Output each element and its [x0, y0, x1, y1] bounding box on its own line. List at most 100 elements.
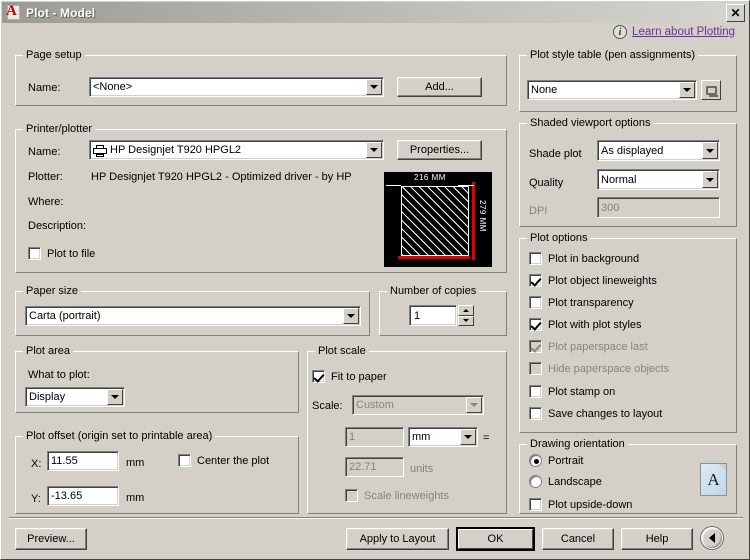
offset-y-unit: mm [126, 492, 145, 504]
paper-edge-bottom-marker [398, 256, 470, 259]
plot-option-plot-object-lineweights[interactable]: Plot object lineweights [529, 274, 657, 287]
scale-lineweights-label: Scale lineweights [364, 489, 449, 502]
paper-width-dimension: 216 MM [414, 173, 446, 182]
page-setup-name-value: <None> [89, 77, 384, 97]
plot-style-table-combo[interactable]: None [527, 80, 697, 100]
offset-y-input[interactable]: -13.65 [47, 486, 119, 506]
chevron-down-icon[interactable] [460, 429, 476, 445]
plotter-label: Plotter: [28, 171, 63, 183]
checkbox-box [529, 385, 542, 398]
plot-to-file-label: Plot to file [47, 247, 96, 260]
paper-size-value: Carta (portrait) [25, 306, 361, 326]
stepper-up-icon[interactable] [458, 305, 474, 316]
copies-value[interactable]: 1 [409, 305, 457, 326]
plot-option-save-changes-to-layout[interactable]: Save changes to layout [529, 407, 662, 420]
checkbox-box [529, 274, 542, 287]
landscape-label: Landscape [548, 475, 602, 488]
cancel-button[interactable]: Cancel [542, 528, 614, 550]
page-setup-name-label: Name: [28, 82, 61, 94]
stepper-down-icon[interactable] [458, 315, 474, 326]
plot-option-plot-paperspace-last: Plot paperspace last [529, 340, 648, 353]
learn-about-plotting-link[interactable]: Learn about Plotting [632, 26, 735, 38]
scale-lineweights-checkbox[interactable]: Scale lineweights [345, 489, 449, 502]
help-link-row: i Learn about Plotting [613, 25, 735, 39]
plot-option-label: Save changes to layout [548, 407, 663, 420]
plot-option-label: Hide paperspace objects [548, 362, 670, 375]
chevron-down-icon[interactable] [702, 142, 718, 159]
scale-value: Custom [352, 395, 484, 415]
printer-name-label: Name: [28, 146, 61, 158]
paper-size-combo[interactable]: Carta (portrait) [25, 306, 361, 326]
scale-label: Scale: [312, 400, 343, 412]
chevron-down-icon[interactable] [107, 389, 123, 405]
quality-combo[interactable]: Normal [597, 169, 720, 190]
plot-option-label: Plot paperspace last [548, 340, 648, 353]
chevron-down-icon[interactable] [679, 82, 695, 98]
checkbox-box [529, 340, 542, 353]
orientation-landscape-radio[interactable]: Landscape [529, 475, 602, 488]
page-setup-name-combo[interactable]: <None> [89, 77, 384, 97]
plot-upside-down-checkbox[interactable]: Plot upside-down [529, 498, 632, 511]
chevron-down-icon[interactable] [702, 171, 718, 188]
checkbox-box [529, 252, 542, 265]
checkbox-box [28, 247, 41, 260]
checkbox-box [529, 318, 542, 331]
chevron-down-icon[interactable] [343, 308, 359, 324]
plot-style-table-value: None [527, 80, 697, 100]
plot-options-group: Plot options [519, 232, 737, 433]
fit-to-paper-checkbox[interactable]: Fit to paper [312, 370, 387, 383]
apply-to-layout-button[interactable]: Apply to Layout [346, 528, 449, 550]
plot-option-plot-stamp-on[interactable]: Plot stamp on [529, 385, 615, 398]
orientation-portrait-radio[interactable]: Portrait [529, 454, 583, 467]
chevron-down-icon[interactable] [366, 142, 382, 158]
chevron-left-icon[interactable] [701, 527, 723, 549]
plot-option-hide-paperspace-objects: Hide paperspace objects [529, 362, 669, 375]
close-icon[interactable]: ✕ [726, 3, 745, 22]
help-button[interactable]: Help [621, 528, 693, 550]
scale-denominator-input[interactable]: 22.71 [345, 457, 404, 477]
printer-name-combo[interactable]: HP Designjet T920 HPGL2 [89, 140, 384, 160]
dpi-input: 300 [597, 197, 720, 218]
fit-to-paper-label: Fit to paper [331, 370, 387, 383]
center-the-plot-checkbox[interactable]: Center the plot [178, 454, 269, 467]
footer-divider [9, 517, 743, 519]
shade-plot-combo[interactable]: As displayed [597, 140, 720, 161]
chevron-down-icon[interactable] [466, 397, 482, 413]
printer-properties-button[interactable]: Properties... [397, 140, 482, 160]
plot-dialog: A Plot - Model ✕ i Learn about Plotting … [0, 0, 750, 560]
plot-scale-label: Plot scale [315, 345, 369, 357]
paper-sheet [401, 186, 469, 256]
chevron-down-icon[interactable] [366, 79, 382, 95]
plot-option-plot-in-background[interactable]: Plot in background [529, 252, 639, 265]
what-to-plot-label: What to plot: [28, 369, 90, 381]
plot-option-label: Plot with plot styles [548, 318, 642, 331]
copies-stepper[interactable]: 1 [409, 305, 474, 326]
offset-x-input[interactable]: 11.55 [47, 451, 119, 471]
scale-numerator-input[interactable]: 1 [345, 427, 404, 447]
ok-button[interactable]: OK [456, 527, 535, 551]
pen-table-icon[interactable] [701, 80, 721, 100]
printer-name-value: HP Designjet T920 HPGL2 [89, 140, 384, 160]
plot-option-label: Plot transparency [548, 296, 634, 309]
drawing-orientation-label: Drawing orientation [527, 438, 628, 450]
scale-unit-combo[interactable]: mm [408, 427, 478, 447]
plot-option-plot-with-plot-styles[interactable]: Plot with plot styles [529, 318, 642, 331]
title-bar: A Plot - Model ✕ [2, 2, 748, 23]
quality-label: Quality [529, 177, 564, 189]
preview-button[interactable]: Preview... [15, 528, 87, 550]
plot-style-table-label: Plot style table (pen assignments) [527, 49, 699, 61]
checkbox-box [529, 498, 542, 511]
scale-combo[interactable]: Custom [352, 395, 484, 415]
autocad-a-icon: A [5, 3, 23, 22]
offset-x-label: X: [31, 458, 42, 470]
orientation-icon-letter: A [707, 469, 720, 489]
plot-to-file-checkbox[interactable]: Plot to file [28, 247, 95, 260]
plotter-value: HP Designjet T920 HPGL2 - Optimized driv… [91, 171, 352, 183]
description-label: Description: [28, 220, 87, 232]
plot-option-plot-transparency[interactable]: Plot transparency [529, 296, 634, 309]
portrait-label: Portrait [548, 454, 584, 467]
what-to-plot-combo[interactable]: Display [25, 387, 125, 407]
add-page-setup-button[interactable]: Add... [397, 77, 482, 97]
radio-circle [529, 454, 542, 467]
printer-name-text: HP Designjet T920 HPGL2 [110, 144, 242, 156]
